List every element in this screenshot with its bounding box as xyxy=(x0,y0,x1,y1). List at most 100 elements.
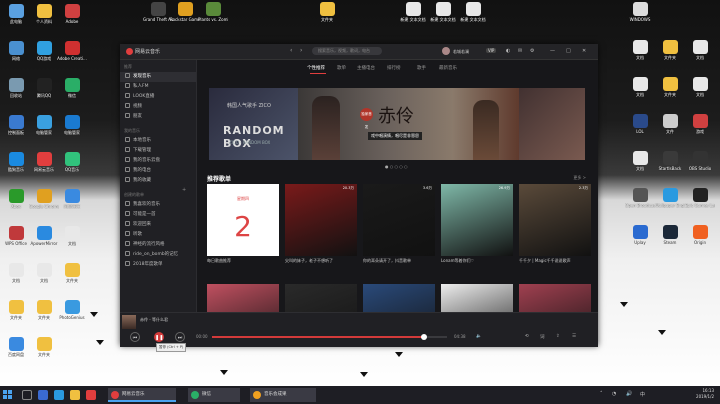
taskbar-item[interactable]: 微信 xyxy=(188,388,240,402)
desktop-shortcut[interactable]: Rockstar Games... xyxy=(170,2,200,30)
sidebar-item[interactable]: 我的音乐云盘 xyxy=(120,156,196,166)
desktop-shortcut[interactable]: 阿里旺旺 xyxy=(57,189,87,217)
share-icon[interactable]: ⇪ xyxy=(556,334,560,339)
playlist-card[interactable] xyxy=(285,284,357,312)
sidebar-item[interactable]: 我喜欢的音乐 xyxy=(120,200,196,210)
volume-icon[interactable]: 🔈 xyxy=(476,334,482,339)
minimize-icon[interactable]: — xyxy=(550,48,555,54)
desktop-shortcut[interactable]: 文件夹 xyxy=(312,2,342,30)
mail-icon[interactable]: ✉ xyxy=(518,48,522,54)
playlist-card[interactable] xyxy=(519,284,591,312)
clock[interactable]: 16:13 2019/1/2 xyxy=(696,388,714,400)
tab-2[interactable]: 主播电台 xyxy=(357,65,375,71)
progress-knob[interactable] xyxy=(420,334,427,340)
tab-1[interactable]: 歌单 xyxy=(337,65,346,71)
user-avatar[interactable] xyxy=(442,47,450,55)
desktop-shortcut[interactable]: 新建 文本文档 xyxy=(458,2,488,30)
volume-tray-icon[interactable]: 🔊 xyxy=(626,391,632,397)
sidebar-item[interactable]: 可能是一首 xyxy=(120,210,196,220)
desktop-shortcut[interactable]: 文档 xyxy=(625,40,655,68)
desktop-shortcut[interactable]: QQ音乐 xyxy=(57,152,87,180)
desktop-shortcut[interactable]: 电脑管家 xyxy=(29,115,59,143)
playlist-card[interactable] xyxy=(207,284,279,312)
desktop-shortcut[interactable]: 控制面板 xyxy=(1,115,31,143)
desktop-shortcut[interactable]: 文件夹 xyxy=(655,77,685,105)
playlist-cover[interactable]: 2.3万 xyxy=(519,184,591,256)
sidebar-item[interactable]: 朋友 xyxy=(120,112,196,122)
desktop-shortcut[interactable]: 此电脑 xyxy=(1,4,31,32)
tray-up-icon[interactable]: ˄ xyxy=(600,391,603,397)
playlist-cover[interactable]: 20.3万 xyxy=(285,184,357,256)
taskbar-item[interactable]: 网易云音乐 xyxy=(108,388,176,402)
banner-pagination[interactable]: ● ○ ○ ○ ○ xyxy=(385,164,408,169)
sidebar-item[interactable]: LOOK直播 xyxy=(120,92,196,102)
playlist-cover[interactable] xyxy=(363,284,435,312)
ime-icon[interactable]: 中 xyxy=(640,391,645,398)
file-explorer-icon[interactable] xyxy=(70,390,80,400)
desktop-shortcut[interactable]: OBS Studio xyxy=(685,151,715,179)
now-playing-title[interactable]: 赤伶 - 等什么君 xyxy=(140,317,168,323)
prev-button[interactable]: ⏮ xyxy=(130,332,140,342)
maximize-icon[interactable]: □ xyxy=(566,48,571,54)
desktop-shortcut[interactable]: 文件夹 xyxy=(29,337,59,365)
desktop-shortcut[interactable]: 百度网盘 xyxy=(1,337,31,365)
desktop-shortcut[interactable]: WINDOWS xyxy=(625,2,655,30)
sidebar-item[interactable]: 2018年度歌单 xyxy=(120,260,196,270)
desktop-shortcut[interactable]: Uplay xyxy=(625,225,655,253)
desktop-shortcut[interactable]: 文件夹 xyxy=(57,263,87,291)
desktop-shortcut[interactable]: 微信 xyxy=(57,78,87,106)
network-icon[interactable]: ◔ xyxy=(612,391,616,397)
desktop-shortcut[interactable]: 文档 xyxy=(625,77,655,105)
desktop-shortcut[interactable]: 文档 xyxy=(685,40,715,68)
desktop-shortcut[interactable]: 新建 文本文档 xyxy=(428,2,458,30)
playlist-title[interactable]: 你的耳朵请开了，抖音歌单 xyxy=(363,258,435,268)
desktop-shortcut[interactable]: Adobe xyxy=(57,4,87,32)
tab-4[interactable]: 歌手 xyxy=(417,65,426,71)
desktop-shortcut[interactable]: 文档 xyxy=(57,226,87,254)
desktop-shortcut[interactable]: 网络 xyxy=(1,41,31,69)
sidebar-item[interactable]: 发现音乐 xyxy=(120,72,196,82)
sidebar-item[interactable]: 神经的流行风格 xyxy=(120,240,196,250)
playlist-card[interactable]: 星期四 2 每日歌曲推荐 xyxy=(207,184,279,268)
desktop-shortcut[interactable]: 酷狗音乐 xyxy=(1,152,31,180)
banner-left[interactable]: 韩国人气歌手 ZICO RANDOM BOX ZICO · RANDOM BOX xyxy=(209,88,304,160)
desktop-shortcut[interactable]: Adobe Creati... xyxy=(57,41,87,69)
more-link[interactable]: 更多 > xyxy=(573,175,586,181)
desktop-shortcut[interactable]: 电脑管家 xyxy=(57,115,87,143)
playlist-cover[interactable] xyxy=(207,284,279,312)
playlist-card[interactable] xyxy=(363,284,435,312)
desktop-shortcut[interactable]: 文件夹 xyxy=(29,300,59,328)
playlist-cover[interactable] xyxy=(285,284,357,312)
search-input[interactable]: 搜索音乐，视频，歌词，电台 xyxy=(312,47,382,55)
desktop-shortcut[interactable]: 文档 xyxy=(625,151,655,179)
desktop-shortcut[interactable]: Grand Theft Auto V xyxy=(143,2,173,30)
edge-icon[interactable] xyxy=(54,390,64,400)
playlist-card[interactable]: 2.3万 千千夕 | Magic千千说说歌声 xyxy=(519,184,591,268)
settings-icon[interactable]: ⚙ xyxy=(530,48,534,54)
desktop-shortcut[interactable]: 文档 xyxy=(685,77,715,105)
banner-right[interactable] xyxy=(515,88,585,160)
desktop-shortcut[interactable]: 文件 xyxy=(655,114,685,142)
desktop-shortcut[interactable]: Origin xyxy=(685,225,715,253)
windows-start-icon[interactable] xyxy=(3,390,13,400)
playlist-card[interactable] xyxy=(441,284,513,312)
search-icon[interactable] xyxy=(22,390,32,400)
desktop-shortcut[interactable]: 文件夹 xyxy=(655,40,685,68)
title-bar[interactable]: 网易云音乐 ‹ › 搜索音乐，视频，歌词，电台 若城若澜 VIP ◐ ✉ ⚙ —… xyxy=(120,44,598,60)
tab-5[interactable]: 最新音乐 xyxy=(439,65,457,71)
desktop-shortcut[interactable]: Open Broadcast xyxy=(625,188,655,216)
sidebar-item[interactable]: 听歌 xyxy=(120,230,196,240)
netease-music-window[interactable]: 网易云音乐 ‹ › 搜索音乐，视频，歌词，电台 若城若澜 VIP ◐ ✉ ⚙ —… xyxy=(120,44,598,352)
desktop-shortcut[interactable]: Steam xyxy=(655,225,685,253)
desktop-shortcut[interactable]: 游戏 xyxy=(685,114,715,142)
desktop-shortcut[interactable]: 文档 xyxy=(29,263,59,291)
play-mode-icon[interactable]: ⟲ xyxy=(525,334,529,339)
playlist-cover[interactable] xyxy=(519,284,591,312)
sidebar-item[interactable]: 我的电台 xyxy=(120,166,196,176)
playlist-cover[interactable]: 3.6万 xyxy=(363,184,435,256)
lyrics-icon[interactable]: 词 xyxy=(540,334,545,340)
desktop-shortcut[interactable]: LOL xyxy=(625,114,655,142)
desktop-shortcut[interactable]: WPS Office xyxy=(1,226,31,254)
playlist-title[interactable]: Lonam等着你们♡ xyxy=(441,258,513,268)
desktop-shortcut[interactable]: 回收站 xyxy=(1,78,31,106)
